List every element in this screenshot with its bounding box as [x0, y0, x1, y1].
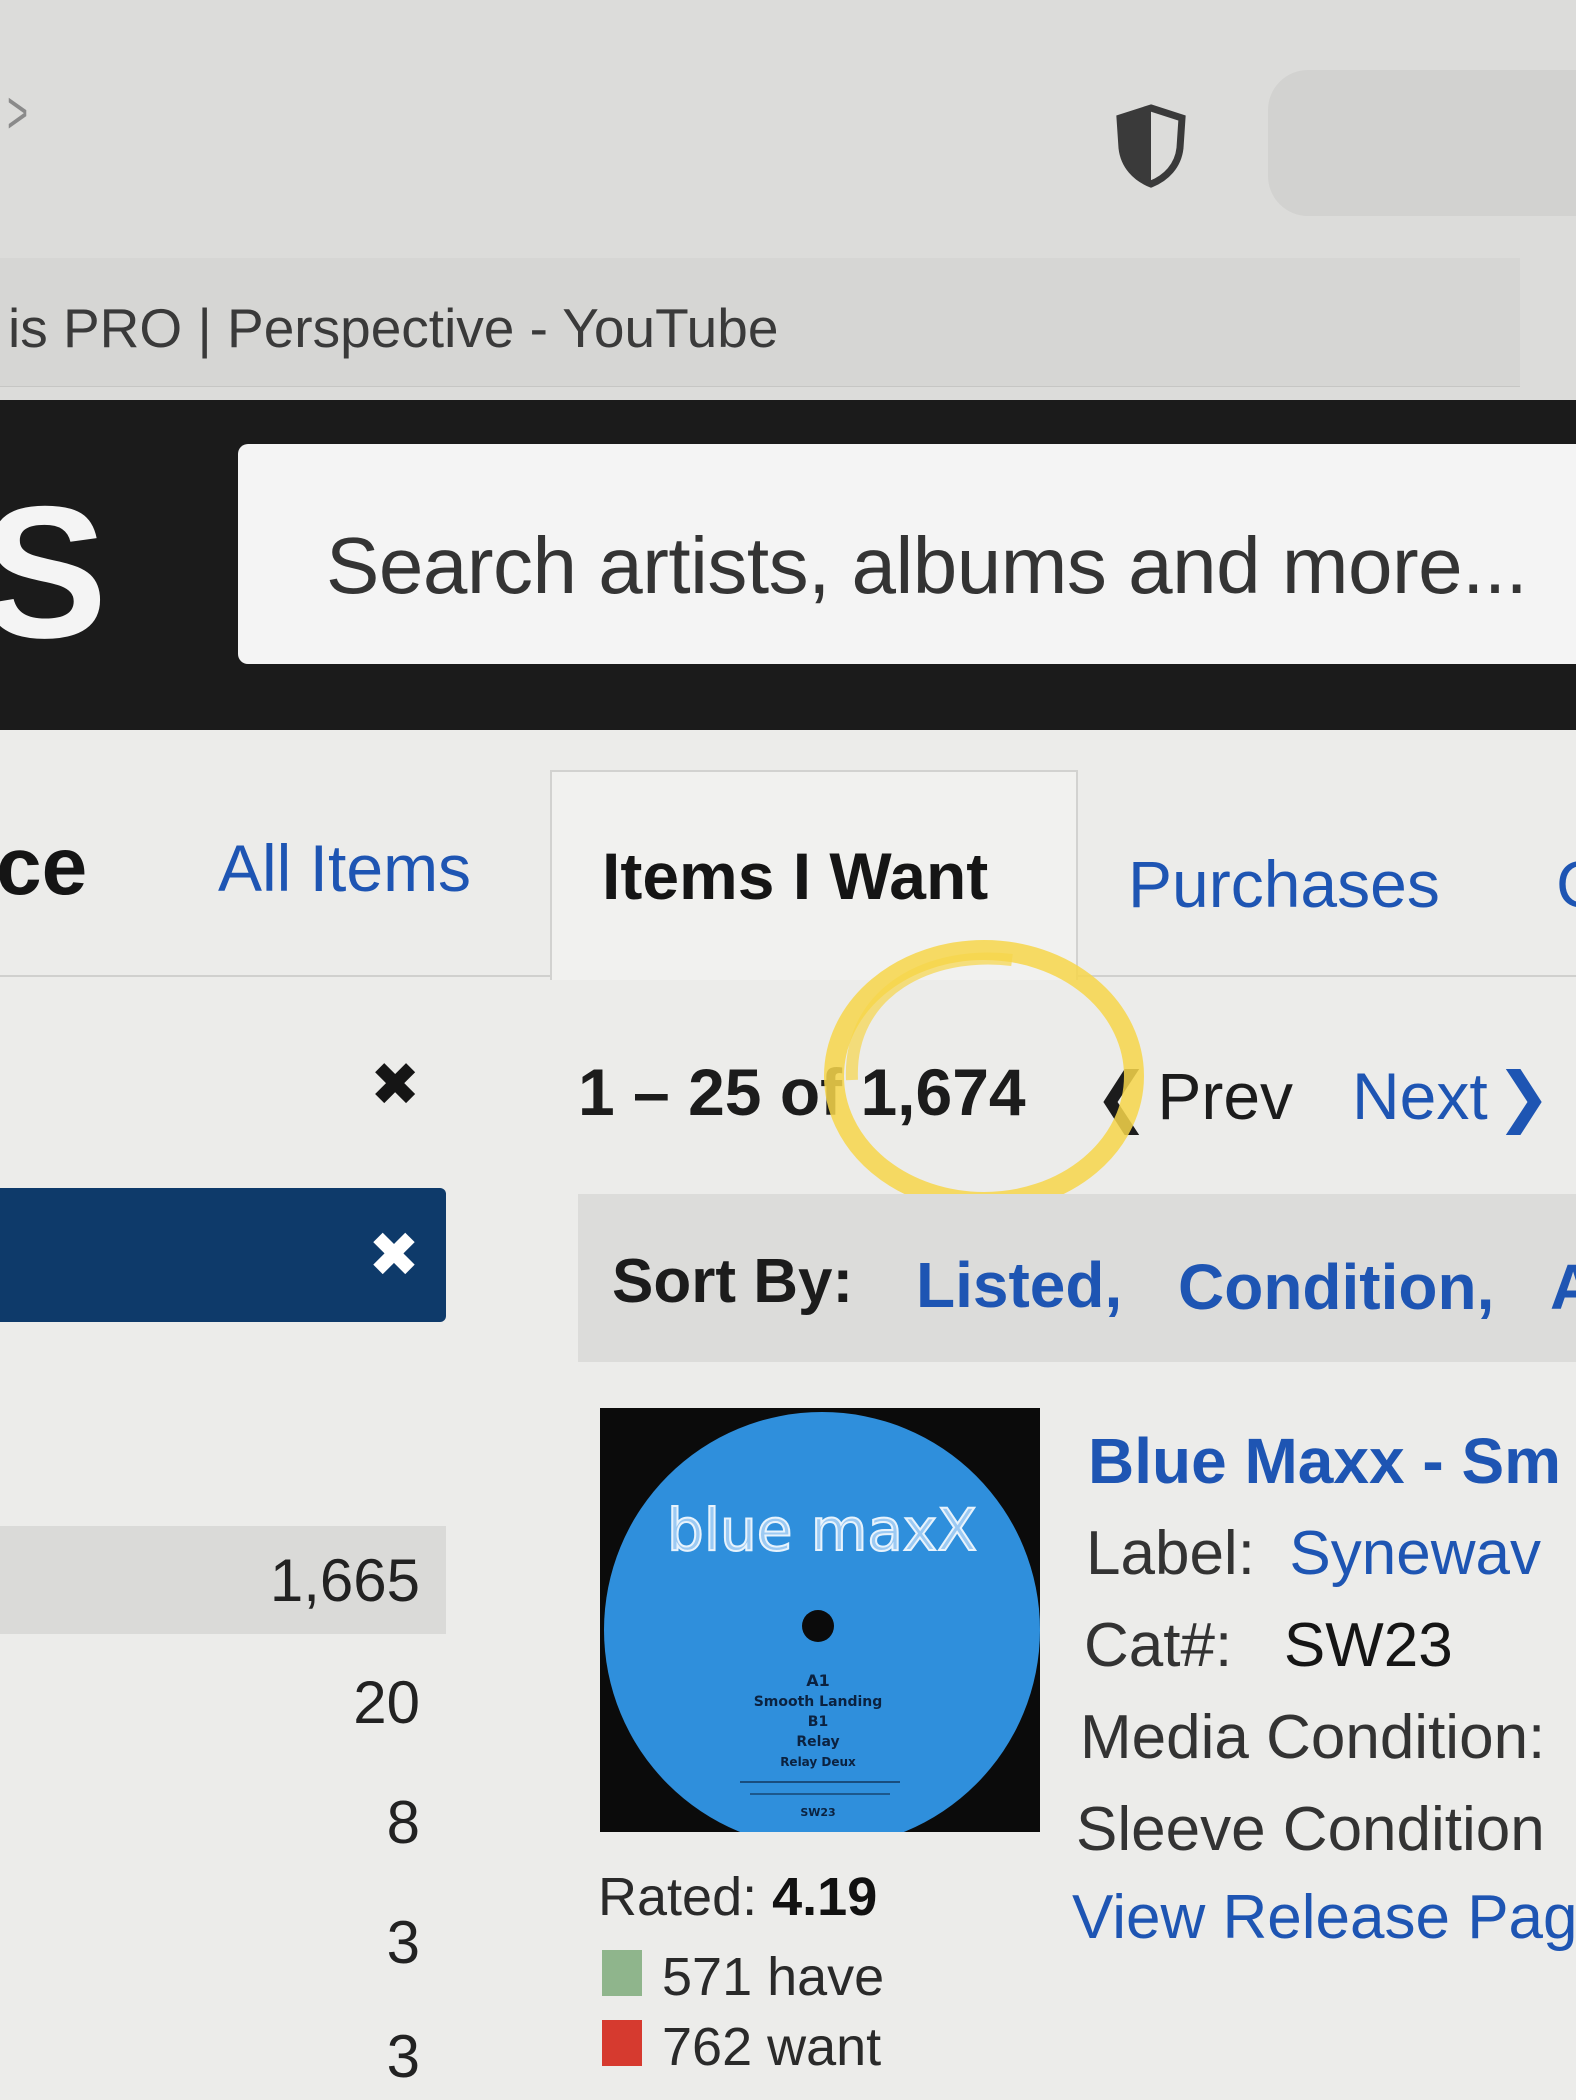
sort-option-condition[interactable]: Condition, — [1178, 1250, 1494, 1324]
release-cover-image[interactable]: blue maxX A1 Smooth Landing B1 Relay Rel… — [600, 1408, 1040, 1832]
next-label: Next — [1352, 1059, 1488, 1133]
facet-count: 8 — [386, 1789, 420, 1856]
cover-b-track1: Relay — [796, 1734, 839, 1750]
have-count[interactable]: 571 have — [662, 1946, 884, 2008]
tab-next[interactable]: C — [1556, 846, 1576, 922]
label-key: Label: — [1086, 1519, 1255, 1588]
facet-count: 20 — [353, 1669, 420, 1736]
prev-label: Prev — [1157, 1059, 1294, 1133]
highlight-annotation — [824, 940, 1144, 1212]
cat-value: SW23 — [1283, 1611, 1453, 1680]
chevron-right-icon: ❯ — [1495, 1059, 1552, 1133]
media-condition: Media Condition: — [1080, 1703, 1546, 1772]
sort-option-next[interactable]: A — [1550, 1250, 1576, 1324]
tab-all-items[interactable]: All Items — [218, 830, 471, 906]
facet-count: 3 — [386, 1909, 420, 1976]
want-square-icon — [602, 2020, 642, 2066]
rating: Rated: 4.19 — [598, 1866, 877, 1928]
search-placeholder: Search artists, albums and more... — [326, 521, 1528, 610]
tab-purchases[interactable]: Purchases — [1128, 846, 1440, 922]
cover-brand-text: blue maxX — [667, 1496, 977, 1564]
cover-a-side: A1 — [806, 1671, 830, 1690]
rating-value: 4.19 — [772, 1867, 878, 1927]
have-square-icon — [602, 1950, 642, 1996]
release-cat-row: Cat#: SW23 — [1084, 1610, 1453, 1681]
view-release-link[interactable]: View Release Pag — [1072, 1882, 1576, 1953]
section-title: ce — [0, 821, 88, 912]
sort-label: Sort By: — [612, 1247, 854, 1316]
release-title[interactable]: Blue Maxx - Sm — [1088, 1424, 1561, 1498]
cat-key: Cat#: — [1084, 1611, 1233, 1680]
next-button[interactable]: Next ❯ — [1352, 1058, 1551, 1135]
cover-b-side: B1 — [808, 1714, 828, 1730]
browser-tab-title: is PRO | Perspective - YouTube — [8, 297, 779, 359]
cover-a-track: Smooth Landing — [754, 1694, 883, 1710]
sleeve-condition: Sleeve Condition — [1076, 1795, 1545, 1864]
cover-cat: SW23 — [800, 1806, 835, 1819]
facet-count: 3 — [386, 2023, 420, 2090]
shield-icon[interactable] — [1114, 104, 1188, 188]
label-link[interactable]: Synewav — [1289, 1519, 1541, 1588]
sort-option-listed[interactable]: Listed, — [916, 1248, 1122, 1322]
tab-items-i-want[interactable]: Items I Want — [602, 838, 988, 914]
cover-b-track2: Relay Deux — [780, 1755, 856, 1769]
facet-count: 1,665 — [269, 1547, 420, 1614]
toolbar-button[interactable] — [1268, 70, 1576, 216]
release-label-row: Label: Synewav — [1086, 1518, 1541, 1589]
close-icon[interactable]: ✖ — [370, 1050, 420, 1120]
close-icon[interactable]: ✖ — [368, 1218, 420, 1291]
want-count[interactable]: 762 want — [662, 2016, 881, 2078]
rating-label: Rated: — [598, 1867, 758, 1927]
chevron-right-icon[interactable]: > — [7, 78, 28, 147]
site-logo[interactable]: S — [0, 478, 107, 666]
